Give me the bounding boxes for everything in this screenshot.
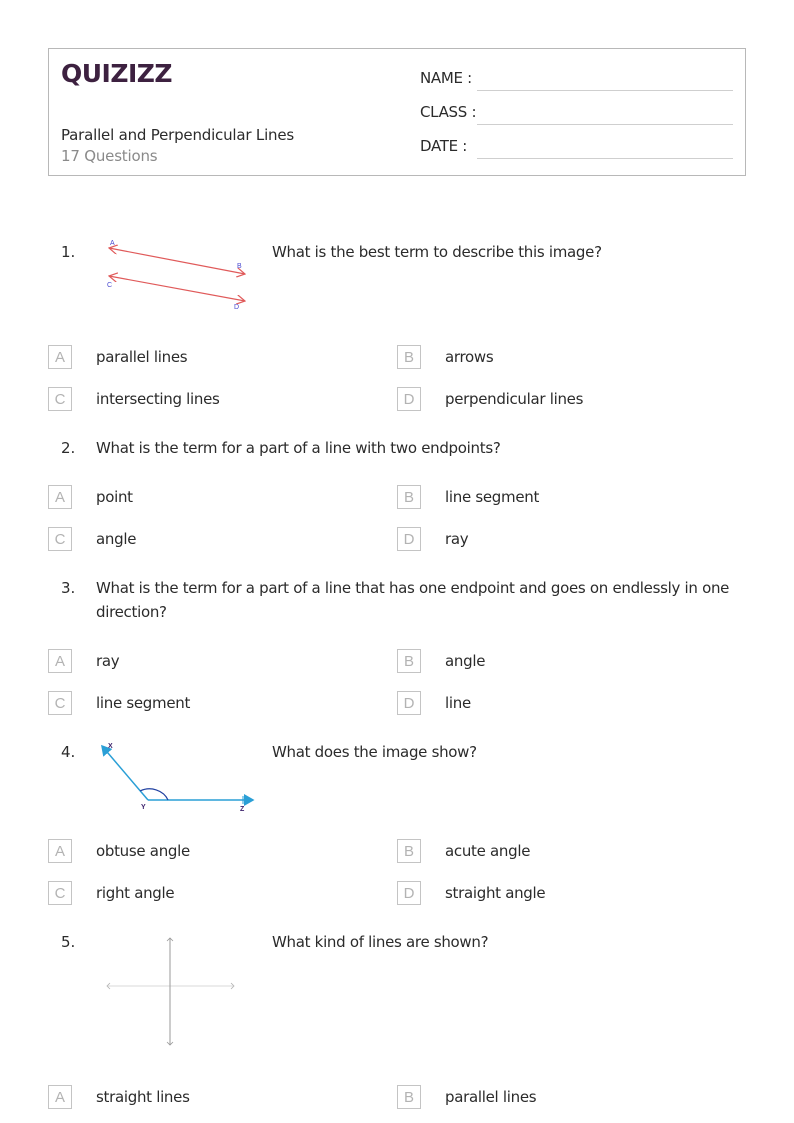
- option-text: intersecting lines: [96, 390, 220, 408]
- label-y: Y: [141, 804, 146, 811]
- option-letter: A: [48, 839, 72, 863]
- option-a[interactable]: A point: [48, 485, 133, 509]
- option-d[interactable]: D perpendicular lines: [397, 387, 583, 411]
- option-letter: C: [48, 691, 72, 715]
- option-letter: C: [48, 387, 72, 411]
- question-number: 3.: [61, 579, 76, 597]
- question-number: 5.: [61, 933, 76, 951]
- line-ab: [109, 248, 245, 274]
- label-d: D: [234, 304, 239, 311]
- option-letter: C: [48, 527, 72, 551]
- question-text: What is the term for a part of a line wi…: [96, 439, 501, 457]
- question-count: 17 Questions: [61, 147, 158, 165]
- option-letter: B: [397, 345, 421, 369]
- label-z: Z: [240, 806, 245, 813]
- date-field[interactable]: [477, 158, 733, 159]
- option-text: parallel lines: [445, 1088, 537, 1106]
- question-number: 1.: [61, 243, 76, 261]
- question-number: 2.: [61, 439, 76, 457]
- question-text-line-1: What is the term for a part of a line th…: [96, 579, 730, 597]
- label-c: C: [107, 282, 112, 289]
- ray-yx: [101, 744, 149, 801]
- option-letter: B: [397, 649, 421, 673]
- option-text: line segment: [96, 694, 191, 712]
- option-b[interactable]: B arrows: [397, 345, 494, 369]
- option-d[interactable]: D straight angle: [397, 881, 546, 905]
- option-a[interactable]: A straight lines: [48, 1085, 190, 1109]
- option-letter: D: [397, 387, 421, 411]
- option-letter: B: [397, 1085, 421, 1109]
- option-letter: A: [48, 345, 72, 369]
- question-number: 4.: [61, 743, 76, 761]
- perpendicular-lines-figure: [106, 937, 235, 1046]
- quizizz-logo: QUIZIZZ: [61, 59, 173, 88]
- option-text: angle: [96, 530, 137, 548]
- option-text: arrows: [445, 348, 494, 366]
- parallel-lines-figure: A B C D: [107, 240, 250, 311]
- name-label: NAME :: [420, 69, 472, 87]
- option-text: angle: [445, 652, 486, 670]
- question-text: What is the best term to describe this i…: [272, 243, 602, 261]
- worksheet-header: QUIZIZZ Parallel and Perpendicular Lines…: [48, 48, 746, 176]
- option-letter: D: [397, 691, 421, 715]
- date-label: DATE :: [420, 137, 468, 155]
- class-label: CLASS :: [420, 103, 477, 121]
- option-letter: B: [397, 485, 421, 509]
- option-c[interactable]: C right angle: [48, 881, 175, 905]
- option-b[interactable]: B angle: [397, 649, 485, 673]
- option-text: ray: [96, 652, 120, 670]
- line-cd: [109, 276, 245, 301]
- option-text: line segment: [445, 488, 540, 506]
- option-letter: B: [397, 839, 421, 863]
- option-text: line: [445, 694, 471, 712]
- option-text: acute angle: [445, 842, 531, 860]
- question-text: What does the image show?: [272, 743, 477, 761]
- option-d[interactable]: D line: [397, 691, 471, 715]
- option-a[interactable]: A obtuse angle: [48, 839, 190, 863]
- option-b[interactable]: B line segment: [397, 485, 539, 509]
- option-b[interactable]: B acute angle: [397, 839, 530, 863]
- question-text-line-2: direction?: [96, 603, 167, 621]
- label-a: A: [110, 240, 115, 247]
- worksheet-title: Parallel and Perpendicular Lines: [61, 126, 294, 144]
- option-text: point: [96, 488, 133, 506]
- option-c[interactable]: C angle: [48, 527, 136, 551]
- option-d[interactable]: D ray: [397, 527, 469, 551]
- option-letter: A: [48, 649, 72, 673]
- option-text: ray: [445, 530, 469, 548]
- label-b: B: [237, 263, 242, 270]
- option-letter: D: [397, 881, 421, 905]
- option-letter: D: [397, 527, 421, 551]
- option-b[interactable]: B parallel lines: [397, 1085, 537, 1109]
- option-letter: A: [48, 1085, 72, 1109]
- option-text: perpendicular lines: [445, 390, 584, 408]
- option-letter: A: [48, 485, 72, 509]
- option-a[interactable]: A parallel lines: [48, 345, 188, 369]
- option-c[interactable]: C line segment: [48, 691, 190, 715]
- option-text: obtuse angle: [96, 842, 190, 860]
- option-text: straight lines: [96, 1088, 190, 1106]
- option-text: right angle: [96, 884, 175, 902]
- class-field[interactable]: [477, 124, 733, 125]
- label-x: X: [108, 743, 113, 750]
- option-a[interactable]: A ray: [48, 649, 120, 673]
- option-c[interactable]: C intersecting lines: [48, 387, 220, 411]
- option-text: parallel lines: [96, 348, 188, 366]
- option-letter: C: [48, 881, 72, 905]
- obtuse-angle-figure: X Y Z: [101, 743, 255, 813]
- name-field[interactable]: [477, 90, 733, 91]
- option-text: straight angle: [445, 884, 546, 902]
- question-text: What kind of lines are shown?: [272, 933, 489, 951]
